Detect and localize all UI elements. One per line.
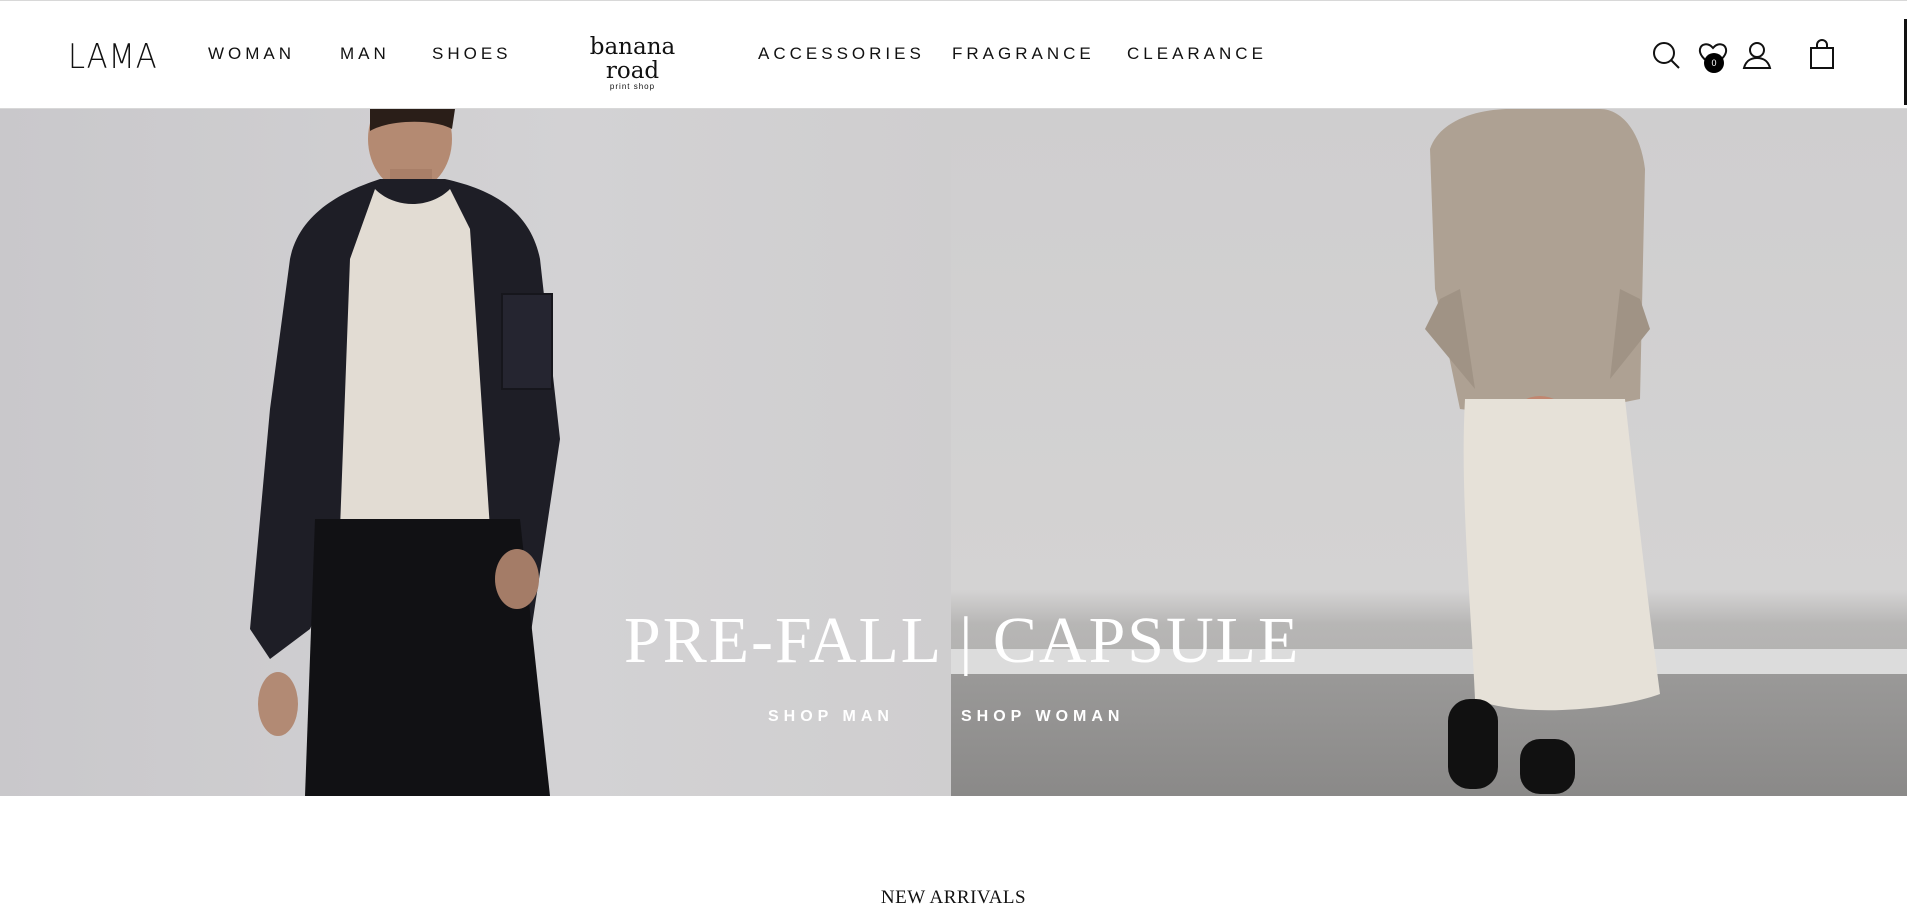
nav-accessories[interactable]: ACCESSORIES xyxy=(758,44,925,64)
shop-woman-link[interactable]: SHOP WOMAN xyxy=(961,708,1124,726)
shop-man-link[interactable]: SHOP MAN xyxy=(768,708,894,726)
nav-clearance[interactable]: CLEARANCE xyxy=(1127,44,1267,64)
brand-name: banana road xyxy=(589,34,676,84)
site-logo[interactable]: LAMA xyxy=(68,37,158,77)
hero-title-right: CAPSULE xyxy=(992,604,1301,677)
cart-icon[interactable] xyxy=(1806,39,1838,71)
hero-banner: PRE-FALL | CAPSULE SHOP MAN SHOP WOMAN xyxy=(0,109,1907,796)
search-icon[interactable] xyxy=(1650,39,1682,71)
brand-logo-banana-road[interactable]: banana road print shop xyxy=(560,35,705,91)
woman-model-figure xyxy=(1425,109,1660,794)
nav-shoes[interactable]: SHOES xyxy=(432,44,512,64)
nav-man[interactable]: MAN xyxy=(340,44,390,64)
hero-title-separator: | xyxy=(959,604,975,677)
hero-title: PRE-FALL | CAPSULE xyxy=(624,603,1298,679)
wishlist-count-badge: 0 xyxy=(1704,53,1724,73)
site-header: LAMA WOMAN MAN SHOES banana road print s… xyxy=(0,0,1907,109)
brand-subtitle: print shop xyxy=(609,82,656,91)
new-arrivals-heading: NEW ARRIVALS xyxy=(880,887,1027,908)
nav-fragrance[interactable]: FRAGRANCE xyxy=(952,44,1095,64)
man-model-figure xyxy=(250,109,560,796)
nav-woman[interactable]: WOMAN xyxy=(208,44,295,64)
hero-title-left: PRE-FALL xyxy=(624,604,941,677)
account-icon[interactable] xyxy=(1741,39,1773,71)
